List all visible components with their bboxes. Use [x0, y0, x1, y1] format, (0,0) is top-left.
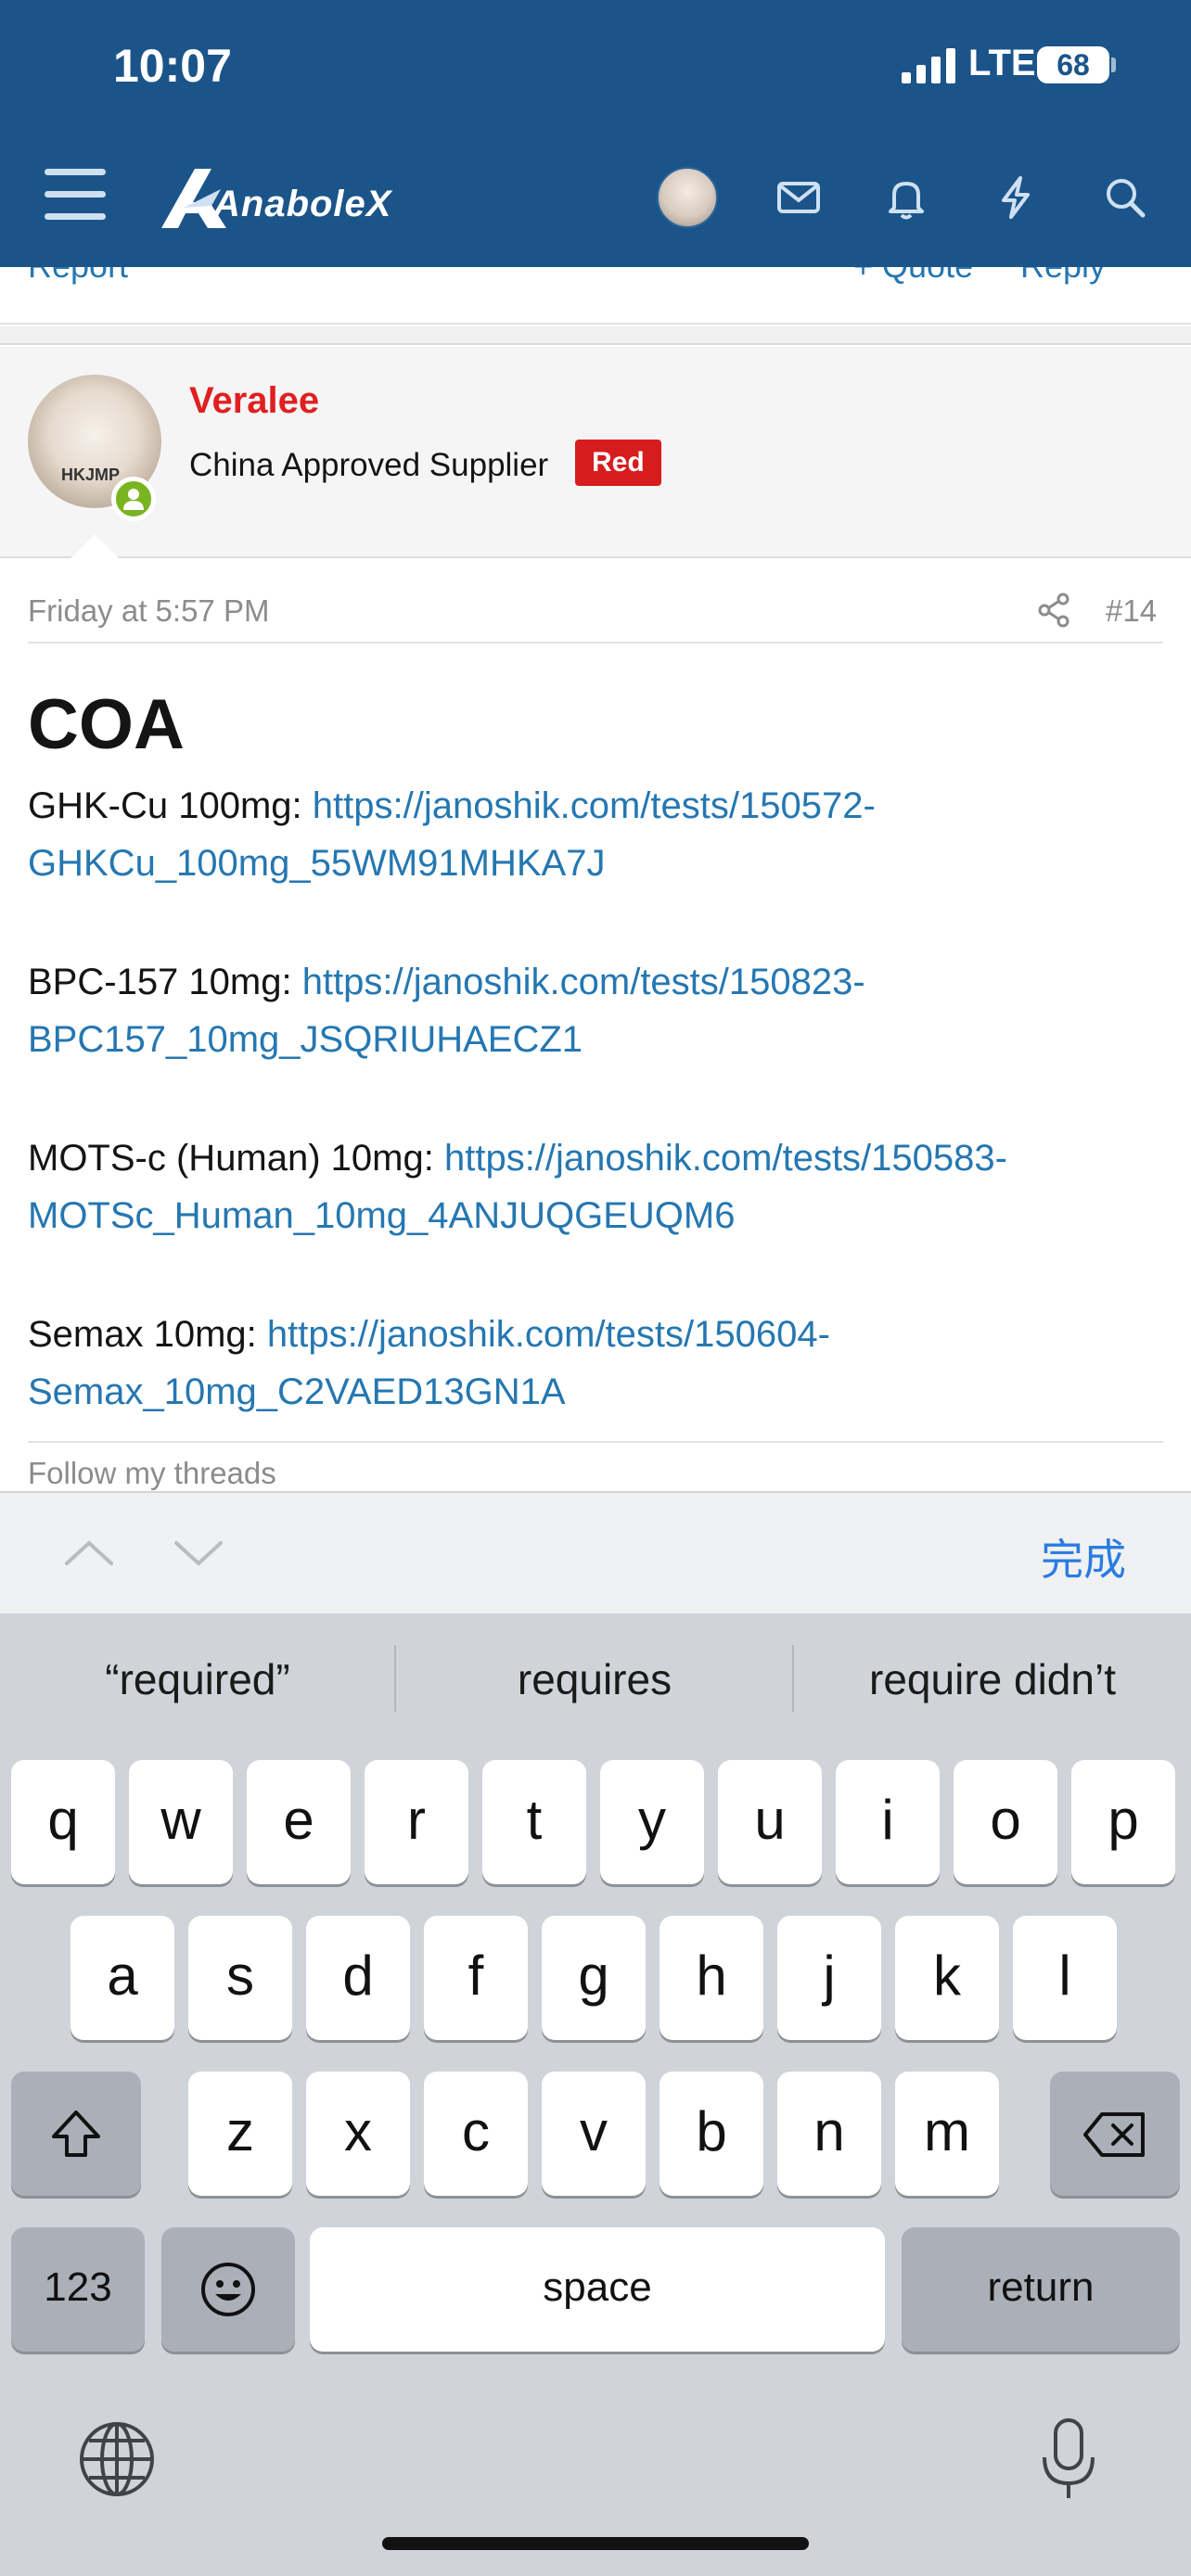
- key-l[interactable]: l: [1013, 1916, 1117, 2040]
- battery-icon: 68: [1037, 46, 1109, 83]
- item-label: BPC-157 10mg:: [28, 962, 302, 1002]
- keyboard-toolbar: 完成: [0, 1491, 1191, 1613]
- post-user-header: HKJMP Veralee China Approved Supplier Re…: [0, 347, 1191, 558]
- suggestion-1[interactable]: “required”: [19, 1654, 377, 1704]
- shift-key[interactable]: [11, 2072, 141, 2196]
- quote-link[interactable]: + Quote: [853, 267, 973, 286]
- list-item: GHK-Cu 100mg: https://janoshik.com/tests…: [28, 777, 1169, 892]
- key-c[interactable]: c: [424, 2072, 528, 2196]
- microphone-icon[interactable]: [1039, 2417, 1098, 2502]
- globe-icon[interactable]: [78, 2420, 156, 2498]
- key-q[interactable]: q: [11, 1760, 115, 1884]
- key-t[interactable]: t: [482, 1760, 586, 1884]
- post-number[interactable]: #14: [1106, 593, 1157, 629]
- item-label: Semax 10mg:: [28, 1314, 267, 1355]
- chevron-down-icon[interactable]: [171, 1534, 226, 1571]
- user-title: China Approved Supplier: [189, 447, 549, 483]
- post-username[interactable]: Veralee: [189, 380, 319, 422]
- key-y[interactable]: y: [600, 1760, 704, 1884]
- post-header-divider: [28, 642, 1163, 644]
- done-button[interactable]: 完成: [1041, 1526, 1126, 1588]
- chevron-up-icon[interactable]: [61, 1534, 117, 1571]
- key-a[interactable]: a: [70, 1916, 174, 2040]
- signature-text[interactable]: Follow my threads: [28, 1456, 276, 1491]
- status-time: 10:07: [113, 40, 232, 92]
- key-g[interactable]: g: [542, 1916, 646, 2040]
- post-date[interactable]: Friday at 5:57 PM: [28, 593, 269, 629]
- logo-text: AnaboleX: [213, 184, 392, 224]
- return-key[interactable]: return: [902, 2227, 1180, 2352]
- keyboard: “required” requires require didn’t q w e…: [0, 1613, 1191, 2576]
- numbers-key[interactable]: 123: [11, 2227, 145, 2352]
- key-f[interactable]: f: [424, 1916, 528, 2040]
- post-body: Friday at 5:57 PM #14 COA GHK-Cu 100mg: …: [0, 560, 1191, 1491]
- key-u[interactable]: u: [718, 1760, 822, 1884]
- bell-icon[interactable]: [881, 172, 931, 223]
- key-n[interactable]: n: [777, 2072, 881, 2196]
- avatar-text: HKJMP: [61, 465, 121, 484]
- reply-link[interactable]: Reply: [1020, 267, 1106, 286]
- user-pointer: [70, 534, 119, 558]
- network-type: LTE: [968, 43, 1036, 83]
- key-k[interactable]: k: [895, 1916, 999, 2040]
- backspace-icon: [1083, 2112, 1145, 2157]
- key-d[interactable]: d: [306, 1916, 410, 2040]
- emoji-icon: [201, 2263, 255, 2316]
- online-status-icon: [111, 477, 156, 521]
- menu-icon[interactable]: [45, 169, 106, 221]
- home-indicator[interactable]: [382, 2537, 809, 2550]
- cellular-signal-icon: [902, 48, 955, 83]
- suggestion-3[interactable]: require didn’t: [807, 1654, 1178, 1704]
- post-separator: [0, 326, 1191, 345]
- coa-link-continued[interactable]: BPC157_10mg_JSQRIUHAECZ1: [28, 1019, 583, 1060]
- key-s[interactable]: s: [188, 1916, 292, 2040]
- item-label: GHK-Cu 100mg:: [28, 785, 313, 826]
- key-b[interactable]: b: [660, 2072, 763, 2196]
- key-v[interactable]: v: [542, 2072, 646, 2196]
- key-h[interactable]: h: [660, 1916, 763, 2040]
- space-key[interactable]: space: [310, 2227, 885, 2352]
- key-e[interactable]: e: [247, 1760, 351, 1884]
- backspace-key[interactable]: [1050, 2072, 1180, 2196]
- account-avatar[interactable]: [657, 167, 718, 228]
- emoji-key[interactable]: [161, 2227, 295, 2352]
- key-i[interactable]: i: [836, 1760, 940, 1884]
- key-x[interactable]: x: [306, 2072, 410, 2196]
- coa-link[interactable]: https://janoshik.com/tests/150572-: [313, 785, 876, 826]
- key-p[interactable]: p: [1071, 1760, 1175, 1884]
- key-w[interactable]: w: [129, 1760, 233, 1884]
- mail-icon[interactable]: [774, 172, 824, 223]
- suggestion-2[interactable]: requires: [414, 1654, 775, 1704]
- coa-link[interactable]: https://janoshik.com/tests/150823-: [302, 962, 865, 1002]
- app-header: 10:07 LTE 68 AnaboleX: [0, 0, 1191, 267]
- suggestion-divider: [394, 1645, 396, 1712]
- coa-link[interactable]: https://janoshik.com/tests/150583-: [444, 1138, 1007, 1179]
- battery-tip: [1111, 57, 1116, 72]
- suggestion-divider: [792, 1645, 794, 1712]
- item-label: MOTS-c (Human) 10mg:: [28, 1138, 444, 1179]
- key-j[interactable]: j: [777, 1916, 881, 2040]
- shift-icon: [52, 2111, 100, 2157]
- post-heading: COA: [28, 685, 185, 764]
- lightning-icon[interactable]: [991, 172, 1041, 223]
- key-o[interactable]: o: [954, 1760, 1057, 1884]
- coa-link-continued[interactable]: GHKCu_100mg_55WM91MHKA7J: [28, 843, 605, 884]
- list-item: BPC-157 10mg: https://janoshik.com/tests…: [28, 953, 1169, 1068]
- list-item: Semax 10mg: https://janoshik.com/tests/1…: [28, 1306, 1169, 1421]
- user-badge: Red: [575, 440, 661, 486]
- key-r[interactable]: r: [365, 1760, 468, 1884]
- share-icon[interactable]: [1035, 592, 1072, 629]
- coa-link-continued[interactable]: MOTSc_Human_10mg_4ANJUQGEUQM6: [28, 1195, 735, 1236]
- coa-link[interactable]: https://janoshik.com/tests/150604-: [267, 1314, 830, 1355]
- key-z[interactable]: z: [188, 2072, 292, 2196]
- search-icon[interactable]: [1100, 172, 1150, 223]
- previous-post-actions: Report + Quote Reply: [0, 267, 1191, 325]
- signature-divider: [28, 1441, 1163, 1443]
- key-m[interactable]: m: [895, 2072, 999, 2196]
- report-link[interactable]: Report: [28, 267, 128, 286]
- coa-link-continued[interactable]: Semax_10mg_C2VAED13GN1A: [28, 1371, 566, 1412]
- list-item: MOTS-c (Human) 10mg: https://janoshik.co…: [28, 1129, 1169, 1244]
